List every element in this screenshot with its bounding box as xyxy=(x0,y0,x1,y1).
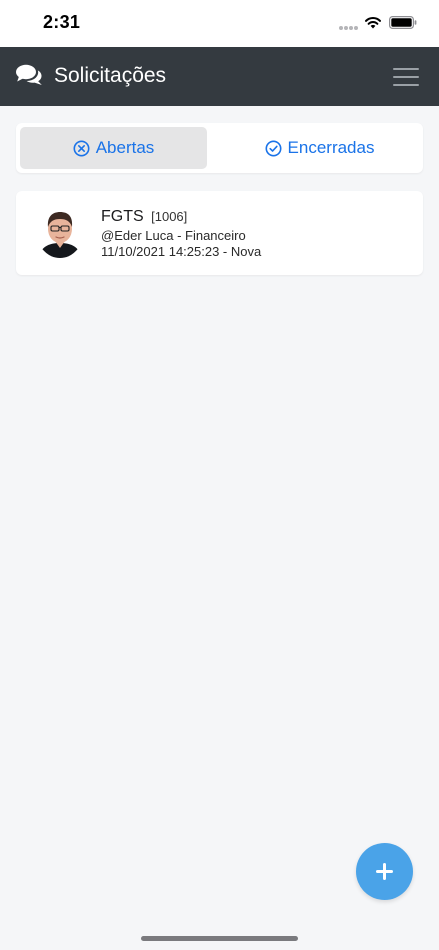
tab-encerradas-label: Encerradas xyxy=(287,138,375,157)
chat-bubbles-icon xyxy=(16,64,42,85)
request-title: FGTS xyxy=(101,208,144,225)
tab-abertas-label: Abertas xyxy=(95,138,155,157)
status-bar: 2:31 xyxy=(0,0,439,47)
user-avatar-photo xyxy=(37,208,83,258)
page-title: Solicitações xyxy=(54,64,167,87)
plus-icon xyxy=(376,863,393,880)
request-card[interactable]: FGTS [1006] @Eder Luca - Financeiro 11/1… xyxy=(16,191,423,275)
battery-icon xyxy=(389,16,417,29)
wifi-icon xyxy=(365,17,381,29)
request-user: @Eder Luca - Financeiro xyxy=(101,228,246,243)
hamburger-menu-icon xyxy=(393,68,419,70)
tab-encerradas[interactable]: Encerradas xyxy=(220,127,419,169)
request-code: [1006] xyxy=(151,209,188,224)
home-indicator[interactable] xyxy=(141,936,298,941)
request-date-status: 11/10/2021 14:25:23 - Nova xyxy=(101,244,262,259)
check-circle-icon xyxy=(265,140,282,156)
x-circle-icon xyxy=(73,140,90,156)
status-time: 2:31 xyxy=(43,12,81,32)
menu-button[interactable] xyxy=(388,62,424,92)
signal-dots-icon xyxy=(339,26,359,30)
add-request-button[interactable] xyxy=(356,843,413,900)
request-title-line: FGTS [1006] xyxy=(101,208,187,226)
status-tabs: Abertas Encerradas xyxy=(16,123,423,173)
app-header: Solicitações xyxy=(0,47,439,106)
tab-abertas[interactable]: Abertas xyxy=(20,127,207,169)
